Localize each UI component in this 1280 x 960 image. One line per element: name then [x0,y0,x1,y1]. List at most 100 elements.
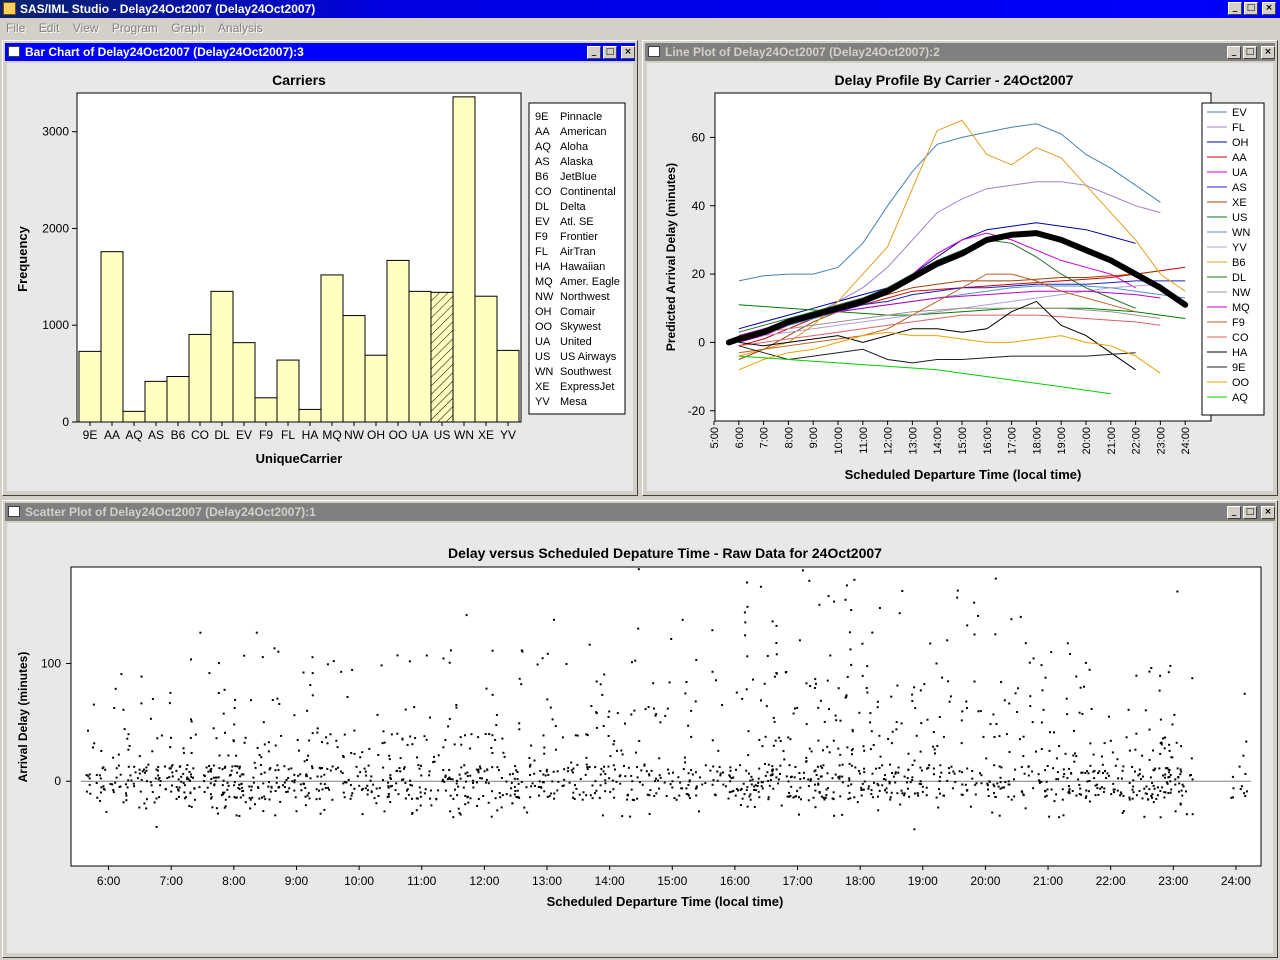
scatter-point [257,786,259,789]
scatter-point [217,776,220,779]
scatter-point [717,749,720,752]
scatter-point [157,766,160,768]
scatter-point [1179,802,1182,805]
menu-graph[interactable]: Graph [171,21,204,35]
minimize-icon[interactable]: _ [1227,506,1241,519]
scatter-point [166,777,169,780]
scatter-point [666,707,669,710]
scatter-point [1007,780,1010,783]
scatter-point [809,685,812,687]
close-icon[interactable]: × [1261,506,1275,519]
scatter-point [805,756,808,759]
close-icon[interactable]: × [1262,2,1276,15]
scatter-point [749,779,752,782]
bar-chart-titlebar[interactable]: Bar Chart of Delay24Oct2007 (Delay24Oct2… [5,43,635,61]
scatter-point [311,767,314,770]
scatter-plot-area[interactable]: Delay versus Scheduled Depature Time - R… [7,523,1273,953]
legend-code: AS [535,156,550,168]
scatter-point [779,773,781,775]
maximize-icon[interactable]: □ [1243,506,1257,519]
scatter-plot-window[interactable]: Scatter Plot of Delay24Oct2007 (Delay24O… [2,500,1278,958]
scatter-point [464,734,466,737]
scatter-plot[interactable]: Delay versus Scheduled Depature Time - R… [7,523,1273,953]
scatter-point [1148,788,1151,791]
minimize-icon[interactable]: _ [1228,2,1242,15]
scatter-point [143,802,146,805]
app-titlebar[interactable]: SAS/IML Studio - Delay24Oct2007 (Delay24… [0,0,1280,18]
scatter-point [844,598,847,601]
scatter-point [428,774,431,777]
menu-view[interactable]: View [73,21,99,35]
scatter-point [351,792,354,795]
minimize-icon[interactable]: _ [1227,46,1241,59]
scatter-point [699,776,701,779]
line-plot-area[interactable]: Delay Profile By Carrier - 24Oct2007 -20 0… [647,63,1273,491]
y-tick-label: -20 [688,404,706,418]
line-plot[interactable]: Delay Profile By Carrier - 24Oct2007-200… [647,63,1273,491]
scatter-point [581,798,584,801]
scatter-point [231,765,234,768]
maximize-icon[interactable]: □ [1243,46,1257,59]
scatter-point [242,794,245,797]
restore-icon[interactable]: □ [1244,2,1258,15]
scatter-point [939,775,942,778]
scatter-point [550,792,553,795]
scatter-point [407,793,410,796]
x-tick-label: 14:00 [932,427,944,455]
scatter-point [509,773,511,776]
maximize-icon[interactable]: □ [603,46,617,59]
scatter-point [1177,776,1180,779]
scatter-point [1084,772,1087,774]
scatter-point [238,767,241,770]
menu-program[interactable]: Program [112,21,158,35]
scatter-point [230,769,233,772]
legend-label: WN [1232,227,1250,239]
scatter-point [1163,776,1166,779]
scatter-point [169,691,172,694]
minimize-icon[interactable]: _ [587,46,601,59]
scatter-point [688,779,691,782]
scatter-point [1243,792,1246,795]
scatter-point [621,815,624,818]
scatter-plot-titlebar[interactable]: Scatter Plot of Delay24Oct2007 (Delay24O… [5,503,1275,521]
scatter-point [851,753,853,756]
bar-9E [78,350,102,423]
scatter-point [760,699,762,702]
scatter-point [261,656,264,659]
menu-analysis[interactable]: Analysis [218,21,263,35]
close-icon[interactable]: × [621,46,635,59]
scatter-point [210,770,213,773]
scatter-point [1077,778,1080,781]
scatter-point [629,815,632,818]
scatter-point [441,778,444,781]
close-icon[interactable]: × [1261,46,1275,59]
scatter-point [913,792,916,795]
scatter-point [212,727,215,730]
scatter-point [1084,661,1087,664]
bar-chart[interactable]: Carriers01000200030009E AA AQ AS B6 CO DL EV F9 F… [7,63,633,491]
scatter-point [477,798,480,800]
menu-file[interactable]: File [6,21,25,35]
scatter-point [999,787,1002,790]
bar-chart-window[interactable]: Bar Chart of Delay24Oct2007 (Delay24Oct2… [2,40,638,496]
bar-DL [210,290,234,423]
bar-chart-area[interactable]: Carriers 0 1000 2000 3000 9E AA AQ AS B6 CO DL EV F9 F… [7,63,633,491]
scatter-point [1008,702,1011,705]
x-tick-label: 7:00 [160,874,184,888]
scatter-point [452,816,455,819]
scatter-point [997,785,1000,788]
scatter-point [848,779,851,782]
scatter-point [1176,767,1179,770]
scatter-point [283,786,286,788]
scatter-point [919,750,922,753]
scatter-point [595,726,598,729]
menu-edit[interactable]: Edit [39,21,60,35]
x-tick-label: 11:00 [858,427,870,454]
scatter-point [694,787,697,790]
x-tick-label: 22:00 [1131,427,1143,455]
scatter-point [1024,807,1027,810]
line-plot-titlebar[interactable]: Line Plot of Delay24Oct2007 (Delay24Oct2… [645,43,1275,61]
line-plot-window[interactable]: Line Plot of Delay24Oct2007 (Delay24Oct2… [642,40,1278,496]
x-tick-label: AA [104,428,120,442]
scatter-point [1029,705,1032,707]
